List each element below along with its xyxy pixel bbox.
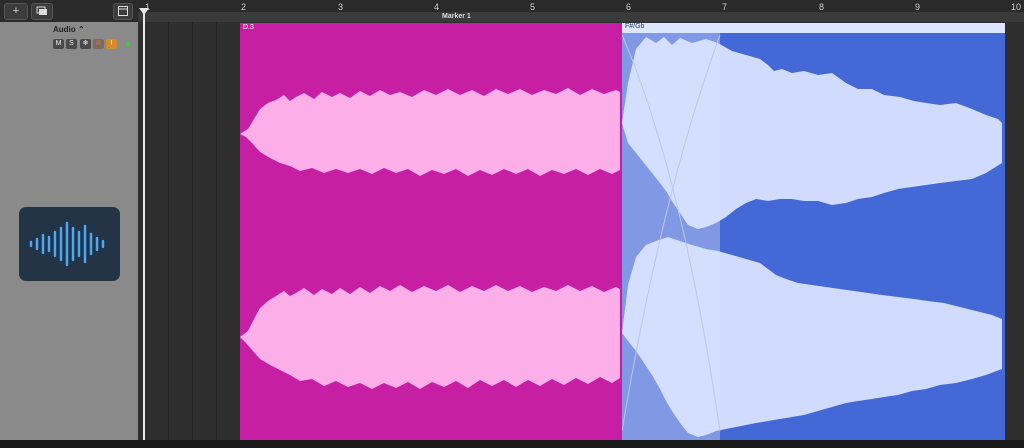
bar-gridline <box>192 22 193 440</box>
region-2-waveform <box>622 34 1002 437</box>
snowflake-icon: ❄ <box>82 40 89 47</box>
playhead[interactable] <box>143 8 145 448</box>
bar-number: 4 <box>434 2 440 12</box>
input-led <box>126 42 130 46</box>
bar-number: 6 <box>626 2 632 12</box>
audio-region-2[interactable]: F#/Gb <box>622 23 1005 440</box>
duplicate-track-button[interactable] <box>31 3 53 20</box>
collapse-icon <box>118 6 128 16</box>
freeze-button[interactable]: ❄ <box>80 39 91 49</box>
track-name-label: Audio <box>53 25 76 34</box>
mute-button[interactable]: M <box>53 39 64 49</box>
bar-number: 3 <box>338 2 344 12</box>
tracks-area[interactable]: D.3 F#/Gb <box>138 22 1024 440</box>
track-header[interactable]: Audio ⌃ M S ❄ R I <box>0 22 138 440</box>
chevron-updown-icon: ⌃ <box>77 25 85 34</box>
bar-number: 2 <box>241 2 247 12</box>
bar-number: 9 <box>915 2 921 12</box>
track-icon[interactable] <box>19 207 120 281</box>
bottom-strip <box>0 440 1024 448</box>
input-monitor-button[interactable]: I <box>106 39 117 49</box>
collapse-button[interactable] <box>113 3 133 20</box>
bar-number: 8 <box>819 2 825 12</box>
bar-gridline <box>168 22 169 440</box>
region-name: D.3 <box>243 24 254 31</box>
waveform-icon <box>29 221 105 267</box>
marker-track[interactable]: Marker 1 <box>138 12 1024 22</box>
marker-label[interactable]: Marker 1 <box>442 13 471 20</box>
duplicate-track-icon <box>36 6 47 15</box>
audio-region-1[interactable]: D.3 <box>240 23 622 440</box>
track-name[interactable]: Audio ⌃ <box>53 25 85 34</box>
bar-number: 5 <box>530 2 536 12</box>
region-1-waveform <box>240 88 620 389</box>
record-enable-button[interactable]: R <box>93 39 104 49</box>
track-list-toolbar: + <box>0 0 138 23</box>
bar-number: 10 <box>1011 2 1022 12</box>
bar-gridline <box>216 22 217 440</box>
add-track-button[interactable]: + <box>4 3 28 20</box>
bar-number: 7 <box>722 2 728 12</box>
solo-button[interactable]: S <box>66 39 77 49</box>
plus-icon: + <box>12 5 20 17</box>
bar-ruler[interactable]: 1 2 3 4 5 6 7 8 9 10 Marker 1 <box>138 0 1024 22</box>
